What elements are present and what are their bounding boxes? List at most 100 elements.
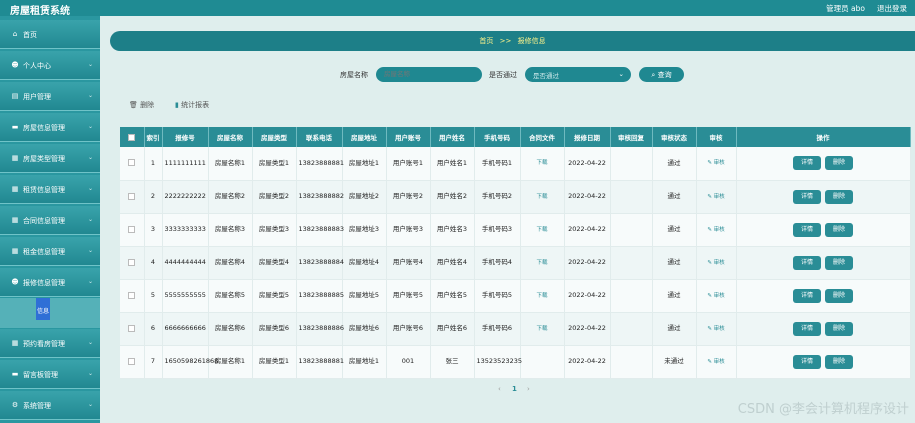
table-cell: 2022-04-22 [564,246,611,280]
row-checkbox[interactable] [128,258,136,266]
audit-link[interactable]: ✎ 审核 [707,260,724,266]
audit-link[interactable]: ✎ 审核 [707,326,724,332]
pager-next[interactable]: › [527,385,530,393]
audit-link[interactable]: ✎ 审核 [707,293,724,299]
audit-label: 审核 [713,160,725,167]
sidebar-item-label: 系统管理 [23,402,51,410]
audit-link[interactable]: ✎ 审核 [707,227,724,233]
column-header: 用户账号 [386,127,431,147]
row-select-cell[interactable] [120,147,145,181]
select-all-header[interactable] [120,127,145,147]
sidebar-item-rent[interactable]: ▦ 租金信息管理 ⌄ [0,237,100,266]
table-cell: 房屋名称6 [208,312,253,346]
card-icon: ▬ [11,123,19,131]
row-select-cell[interactable] [120,345,145,379]
download-link[interactable]: 下载 [536,227,547,233]
delete-button[interactable]: 删除 [825,321,853,336]
breadcrumb-home[interactable]: 首页 [479,37,493,45]
row-select-cell[interactable] [120,312,145,346]
row-checkbox[interactable] [128,225,136,233]
sidebar-item-rental[interactable]: ▦ 租赁信息管理 ⌄ [0,175,100,204]
row-select-cell[interactable] [120,246,145,280]
bar-chart-icon: ▮ [175,101,179,109]
sidebar-item-repair[interactable]: ☻ 报修信息管理 ⌄ [0,268,100,297]
sidebar-item-home[interactable]: ⌂ 首页 [0,20,100,49]
delete-button[interactable]: 删除 [825,156,853,171]
sidebar-item-viewing[interactable]: ▦ 预约看房管理 ⌄ [0,329,100,358]
table-row: 3 3333333333 房屋名称3 房屋类型3 13823888883 房屋地址3 用户账… [120,213,911,247]
sidebar-item-label: 租赁信息管理 [23,186,65,194]
row-checkbox[interactable] [128,159,136,167]
download-link[interactable]: 下载 [536,326,547,332]
edit-icon: ✎ [707,292,712,299]
table-cell: 房屋地址4 [342,246,387,280]
audit-link[interactable]: ✎ 审核 [707,160,724,166]
delete-button[interactable]: 删除 [825,288,853,303]
submenu-item-repair-info[interactable]: 信息 [36,298,50,320]
download-link[interactable]: 下载 [536,160,547,166]
table-cell: 房屋名称4 [208,246,253,280]
table-row: 4 4444444444 房屋名称4 房屋类型4 13823888884 房屋地址4 用户账… [120,246,911,280]
delete-button[interactable]: 删除 [825,222,853,237]
table-row: 2 2222222222 房屋名称2 房屋类型2 13823888882 房屋地址2 用户账… [120,180,911,214]
table-cell: 3333333333 [162,213,209,247]
search-button[interactable]: ⌕ 查询 [639,67,684,82]
row-select-cell[interactable] [120,180,145,214]
sidebar-item-system[interactable]: ⚙ 系统管理 ⌄ [0,391,100,420]
sidebar-item-house-type[interactable]: ▦ 房屋类型管理 ⌄ [0,144,100,173]
chevron-down-icon: ⌄ [87,154,93,161]
grid-icon: ▦ [11,247,19,255]
table-cell: 房屋地址2 [342,180,387,214]
detail-button[interactable]: 详情 [793,354,821,369]
logout-link[interactable]: 退出登录 [877,3,907,14]
sidebar-item-messages[interactable]: ▬ 留言板管理 ⌄ [0,360,100,389]
row-checkbox[interactable] [128,192,136,200]
contract-file-cell [520,345,565,379]
stats-report-button[interactable]: ▮ 统计报表 [175,100,209,110]
table-cell: 房屋类型3 [252,213,297,247]
row-select-cell[interactable] [120,213,145,247]
audit-label: 审核 [713,226,725,233]
audit-cell: ✎ 审核 [696,213,737,247]
table-header-row: 索引 报修号 房屋名称 房屋类型 联系电话 房屋地址 用户账号 用户姓名 手机号… [120,127,911,147]
audit-link[interactable]: ✎ 审核 [707,359,724,365]
table-cell: 手机号码4 [474,246,521,280]
detail-button[interactable]: 详情 [793,156,821,171]
sidebar-item-label: 房屋信息管理 [23,124,65,132]
sidebar-item-profile[interactable]: ☻ 个人中心 ⌄ [0,51,100,80]
audit-label: 审核 [713,292,725,299]
pass-status-select[interactable]: 是否通过 ⌄ [525,67,631,82]
detail-button[interactable]: 详情 [793,288,821,303]
chevron-down-icon: ⌄ [87,339,93,346]
detail-button[interactable]: 详情 [793,255,821,270]
audit-link[interactable]: ✎ 审核 [707,194,724,200]
download-link[interactable]: 下载 [536,260,547,266]
delete-button[interactable]: 删除 [825,354,853,369]
table-cell: 用户账号4 [386,246,431,280]
row-checkbox[interactable] [128,291,136,299]
table-cell: 用户姓名6 [430,312,475,346]
download-link[interactable]: 下载 [536,293,547,299]
row-select-cell[interactable] [120,279,145,313]
table-cell: 房屋名称2 [208,180,253,214]
column-header: 审核状态 [652,127,697,147]
sidebar-item-contract[interactable]: ▦ 合同信息管理 ⌄ [0,206,100,235]
row-checkbox[interactable] [128,357,136,365]
house-name-label: 房屋名称 [340,71,368,79]
batch-delete-button[interactable]: 🗑 删除 [129,100,154,110]
audit-cell: ✎ 审核 [696,279,737,313]
table-cell: 张三 [430,345,475,379]
house-name-input[interactable] [376,67,482,82]
detail-button[interactable]: 详情 [793,222,821,237]
pager-prev[interactable]: ‹ [498,385,501,393]
select-all-checkbox[interactable] [128,133,136,141]
detail-button[interactable]: 详情 [793,189,821,204]
sidebar-item-users[interactable]: ▤ 用户管理 ⌄ [0,82,100,111]
pager-page-1[interactable]: 1 [512,385,517,393]
row-checkbox[interactable] [128,324,136,332]
detail-button[interactable]: 详情 [793,321,821,336]
sidebar-item-house-info[interactable]: ▬ 房屋信息管理 ⌄ [0,113,100,142]
download-link[interactable]: 下载 [536,194,547,200]
delete-button[interactable]: 删除 [825,189,853,204]
delete-button[interactable]: 删除 [825,255,853,270]
